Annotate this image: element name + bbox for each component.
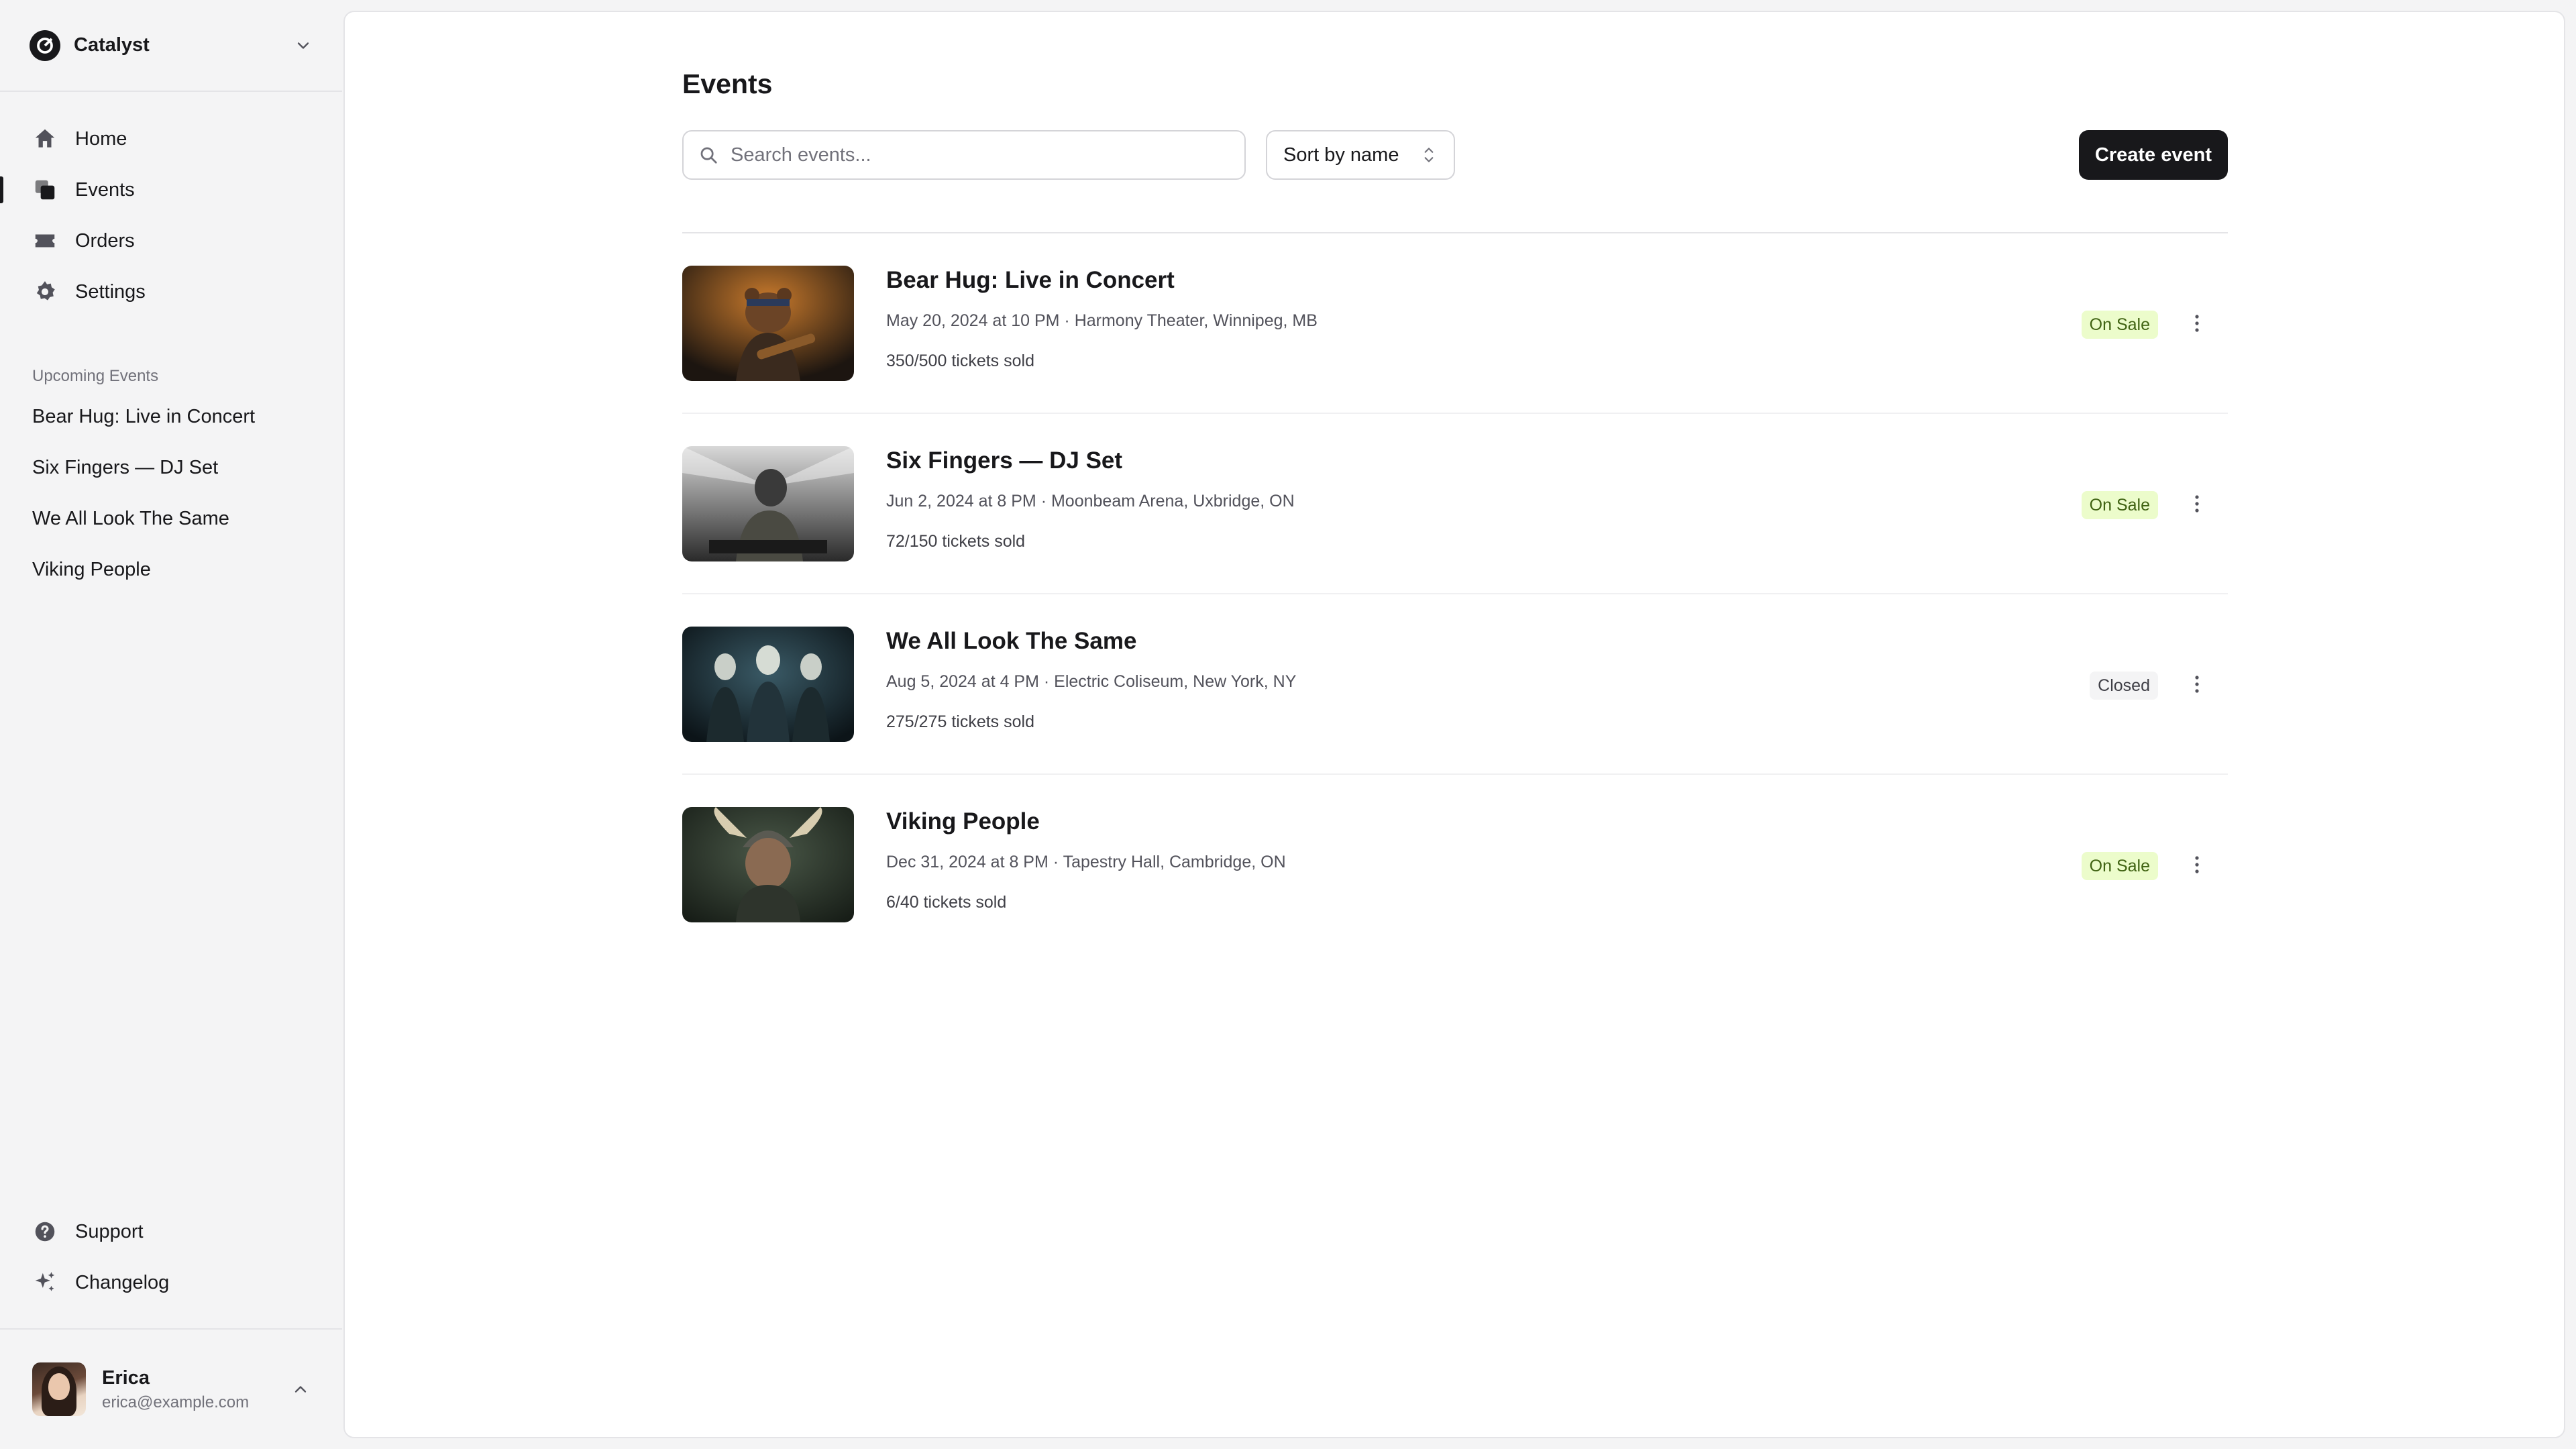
status-badge: Closed bbox=[2090, 672, 2158, 700]
search-input[interactable] bbox=[729, 143, 1226, 167]
status-badge: On Sale bbox=[2081, 852, 2158, 880]
sparkles-icon bbox=[32, 1270, 58, 1295]
event-thumbnail bbox=[682, 446, 854, 561]
event-row[interactable]: We All Look The Same Aug 5, 2024 at 4 PM… bbox=[682, 594, 2228, 775]
event-meta: Jun 2, 2024 at 8 PM · Moonbeam Arena, Ux… bbox=[886, 492, 1295, 511]
events-list: Bear Hug: Live in Concert May 20, 2024 a… bbox=[682, 232, 2228, 955]
avatar bbox=[32, 1362, 86, 1416]
nav-item-changelog[interactable]: Changelog bbox=[0, 1257, 342, 1308]
more-options-button[interactable] bbox=[2184, 311, 2210, 338]
event-meta: May 20, 2024 at 10 PM · Harmony Theater,… bbox=[886, 311, 1318, 330]
nav-item-events[interactable]: Events bbox=[0, 164, 342, 215]
nav-item-label: Support bbox=[75, 1220, 144, 1242]
ellipsis-vertical-icon bbox=[2194, 314, 2200, 336]
nav-item-label: Changelog bbox=[75, 1271, 170, 1293]
ellipsis-vertical-icon bbox=[2194, 675, 2200, 697]
home-icon bbox=[32, 126, 58, 152]
sort-select[interactable]: Sort by name bbox=[1266, 130, 1455, 180]
search-icon bbox=[698, 145, 718, 165]
event-title[interactable]: We All Look The Same bbox=[886, 628, 1136, 655]
ellipsis-vertical-icon bbox=[2194, 494, 2200, 517]
sort-select-value: Sort by name bbox=[1283, 144, 1399, 166]
more-options-button[interactable] bbox=[2184, 853, 2210, 879]
event-tickets-sold: 350/500 tickets sold bbox=[886, 352, 1034, 370]
nav-item-label: Orders bbox=[75, 229, 135, 252]
upcoming-item[interactable]: Viking People bbox=[0, 544, 342, 595]
more-options-button[interactable] bbox=[2184, 492, 2210, 519]
nav-item-label: Events bbox=[75, 178, 135, 201]
event-meta: Aug 5, 2024 at 4 PM · Electric Coliseum,… bbox=[886, 672, 1297, 691]
event-meta: Dec 31, 2024 at 8 PM · Tapestry Hall, Ca… bbox=[886, 853, 1286, 871]
upcoming-item[interactable]: Bear Hug: Live in Concert bbox=[0, 391, 342, 442]
main-panel: Events Sort by name Create event bbox=[343, 11, 2565, 1438]
event-title[interactable]: Bear Hug: Live in Concert bbox=[886, 267, 1175, 294]
events-icon bbox=[32, 177, 58, 203]
event-row[interactable]: Six Fingers — DJ Set Jun 2, 2024 at 8 PM… bbox=[682, 414, 2228, 594]
chevron-up-icon bbox=[291, 1380, 310, 1399]
catalyst-logo-icon bbox=[30, 30, 60, 61]
team-name: Catalyst bbox=[74, 34, 150, 56]
chevron-down-icon bbox=[294, 36, 313, 55]
event-thumbnail bbox=[682, 627, 854, 742]
upcoming-item[interactable]: Six Fingers — DJ Set bbox=[0, 442, 342, 493]
upcoming-heading: Upcoming Events bbox=[32, 367, 159, 385]
event-title[interactable]: Six Fingers — DJ Set bbox=[886, 447, 1122, 474]
event-thumbnail bbox=[682, 807, 854, 922]
event-tickets-sold: 275/275 tickets sold bbox=[886, 712, 1034, 731]
ticket-icon bbox=[32, 228, 58, 254]
create-event-button[interactable]: Create event bbox=[2078, 130, 2228, 180]
gear-icon bbox=[32, 279, 58, 305]
secondary-nav: Support Changelog bbox=[0, 1206, 342, 1328]
nav-item-support[interactable]: Support bbox=[0, 1206, 342, 1257]
team-switcher[interactable]: Catalyst bbox=[0, 0, 342, 92]
page-title: Events bbox=[682, 68, 773, 99]
primary-nav: Home Events Orders Settings bbox=[0, 92, 342, 317]
event-tickets-sold: 6/40 tickets sold bbox=[886, 893, 1007, 912]
status-badge: On Sale bbox=[2081, 491, 2158, 519]
sidebar: Catalyst Home Events Orders Settings Upc… bbox=[0, 0, 342, 1449]
event-row[interactable]: Bear Hug: Live in Concert May 20, 2024 a… bbox=[682, 233, 2228, 414]
more-options-button[interactable] bbox=[2184, 672, 2210, 699]
nav-item-orders[interactable]: Orders bbox=[0, 215, 342, 266]
event-tickets-sold: 72/150 tickets sold bbox=[886, 532, 1026, 551]
nav-item-label: Home bbox=[75, 127, 127, 150]
user-email: erica@example.com bbox=[102, 1393, 250, 1411]
event-thumbnail bbox=[682, 266, 854, 381]
nav-item-label: Settings bbox=[75, 280, 146, 303]
event-title[interactable]: Viking People bbox=[886, 808, 1040, 835]
question-circle-icon bbox=[32, 1219, 58, 1244]
chevron-up-down-icon bbox=[1420, 144, 1438, 166]
upcoming-item[interactable]: We All Look The Same bbox=[0, 493, 342, 544]
event-row[interactable]: Viking People Dec 31, 2024 at 8 PM · Tap… bbox=[682, 775, 2228, 955]
search-box[interactable] bbox=[682, 130, 1246, 180]
ellipsis-vertical-icon bbox=[2194, 855, 2200, 877]
user-name: Erica bbox=[102, 1366, 150, 1389]
nav-item-settings[interactable]: Settings bbox=[0, 266, 342, 317]
status-badge: On Sale bbox=[2081, 311, 2158, 339]
user-profile-menu[interactable]: Erica erica@example.com bbox=[0, 1328, 342, 1449]
nav-item-home[interactable]: Home bbox=[0, 113, 342, 164]
